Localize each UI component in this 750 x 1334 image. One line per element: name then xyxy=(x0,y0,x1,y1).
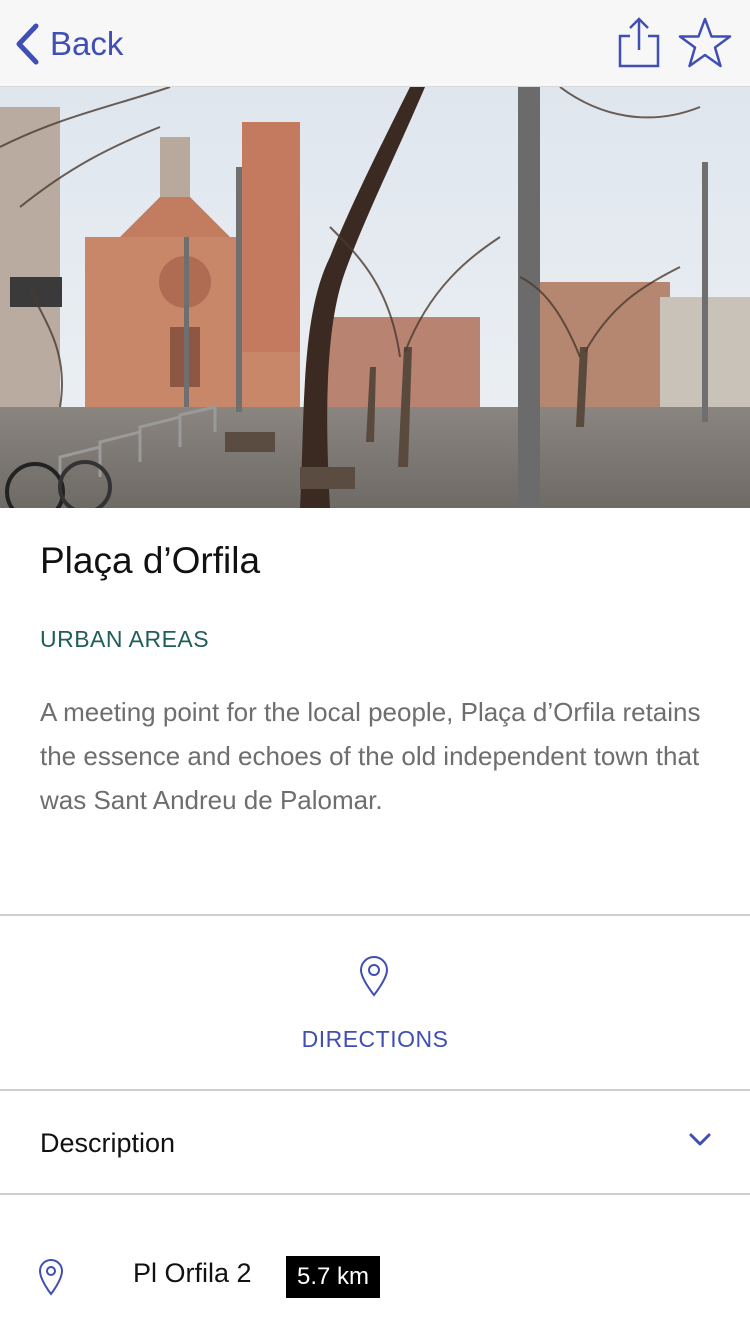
directions-button[interactable] xyxy=(0,917,750,1089)
distance-badge: 5.7 km xyxy=(286,1256,381,1298)
share-icon xyxy=(618,17,660,68)
description-toggle[interactable]: Description xyxy=(0,1092,750,1194)
directions-label[interactable]: DIRECTIONS xyxy=(0,1026,750,1053)
category-label[interactable]: URBAN AREAS xyxy=(40,626,209,653)
chevron-left-icon xyxy=(16,23,39,65)
address-text: Pl Orfila 2 xyxy=(133,1258,252,1288)
divider xyxy=(0,914,750,916)
divider xyxy=(0,1193,750,1195)
chevron-down-icon xyxy=(689,1133,711,1146)
map-pin-icon xyxy=(38,1259,64,1296)
favorite-button[interactable] xyxy=(677,16,733,70)
back-button[interactable]: Back xyxy=(14,20,123,68)
map-pin-icon xyxy=(359,956,389,997)
place-title: Plaça d’Orfila xyxy=(40,540,261,581)
share-button[interactable] xyxy=(616,16,662,70)
navigation-bar: Back xyxy=(0,0,750,87)
divider xyxy=(0,1089,750,1091)
star-outline-icon xyxy=(678,17,732,68)
description-label: Description xyxy=(40,1128,176,1158)
address-row[interactable]: Pl Orfila 2 5.7 km xyxy=(0,1196,750,1334)
place-summary: A meeting point for the local people, Pl… xyxy=(40,697,701,815)
hero-photo xyxy=(0,87,750,508)
back-label: Back xyxy=(50,25,124,62)
